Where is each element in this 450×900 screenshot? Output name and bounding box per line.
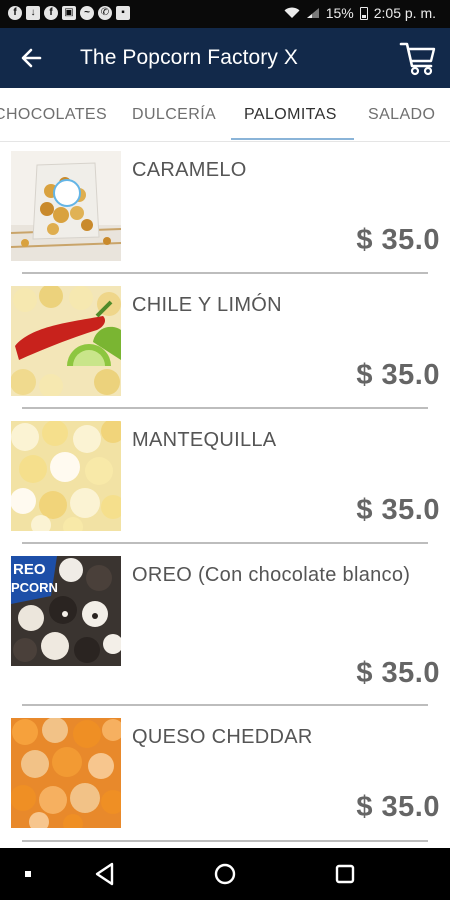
product-name: OREO (Con chocolate blanco): [132, 564, 411, 586]
product-price: $ 35.0: [356, 494, 440, 526]
shopping-cart-icon: [399, 42, 436, 76]
active-tab-indicator: [231, 138, 354, 140]
app-title: The Popcorn Factory X: [80, 46, 299, 69]
product-name: QUESO CHEDDAR: [132, 726, 313, 748]
tab-salado[interactable]: SALADO: [368, 106, 435, 124]
download-icon: ↓: [26, 6, 40, 20]
battery-percent: 15%: [325, 5, 354, 21]
product-item-caramelo[interactable]: CARAMELO $ 35.0: [0, 142, 450, 277]
divider: [22, 542, 428, 544]
system-nav-bar: [0, 848, 450, 900]
svg-text:PCORN: PCORN: [11, 580, 58, 595]
product-image: [11, 421, 121, 531]
product-image: [11, 718, 121, 828]
divider: [22, 407, 428, 409]
product-image: [11, 286, 121, 396]
save-icon: ▪: [116, 6, 130, 20]
battery-icon: [359, 6, 368, 20]
product-item-mantequilla[interactable]: MANTEQUILLA $ 35.0: [0, 412, 450, 547]
dot-icon[interactable]: [12, 858, 44, 890]
status-bar: f ↓ f ▣ ~ ✆ ▪ 15% 2:05 p. m.: [0, 0, 450, 28]
tab-chocolates[interactable]: CHOCOLATES: [0, 106, 107, 124]
cart-button[interactable]: [398, 36, 440, 78]
product-item-chile-y-limon[interactable]: CHILE Y LIMÓN $ 35.0: [0, 277, 450, 412]
category-tabs: CHOCOLATES DULCERÍA PALOMITAS SALADO: [0, 88, 450, 142]
svg-text:REO: REO: [13, 561, 46, 578]
whatsapp-icon: ✆: [98, 6, 112, 20]
product-price: $ 35.0: [356, 791, 440, 823]
divider: [22, 272, 428, 274]
wifi-icon: [284, 7, 300, 18]
back-triangle-icon[interactable]: [89, 858, 121, 890]
notification-icons: f ↓ f ▣ ~ ✆ ▪: [8, 6, 130, 20]
product-image: REO PCORN: [11, 556, 121, 666]
divider: [22, 840, 428, 842]
product-item-queso-cheddar[interactable]: QUESO CHEDDAR $ 35.0: [0, 709, 450, 848]
product-name: CHILE Y LIMÓN: [132, 294, 282, 316]
app-bar: The Popcorn Factory X: [0, 28, 450, 88]
tab-dulceria[interactable]: DULCERÍA: [132, 106, 216, 124]
tab-palomitas[interactable]: PALOMITAS: [244, 106, 337, 124]
divider: [22, 704, 428, 706]
arrow-left-icon: [21, 48, 42, 68]
image-icon: ▣: [62, 6, 76, 20]
product-image: [11, 151, 121, 261]
product-price: $ 35.0: [356, 224, 440, 256]
product-name: MANTEQUILLA: [132, 429, 277, 451]
signal-icon: [306, 8, 319, 18]
home-circle-icon[interactable]: [209, 858, 241, 890]
product-name: CARAMELO: [132, 159, 247, 181]
back-button[interactable]: [14, 42, 48, 74]
product-item-oreo[interactable]: REO PCORN OREO (Con chocolate blanco) $ …: [0, 547, 450, 709]
product-price: $ 35.0: [356, 657, 440, 689]
messenger-icon: ~: [80, 6, 94, 20]
recents-square-icon[interactable]: [329, 858, 361, 890]
facebook-icon: f: [44, 6, 58, 20]
clock: 2:05 p. m.: [373, 5, 436, 21]
facebook-icon: f: [8, 6, 22, 20]
product-price: $ 35.0: [356, 359, 440, 391]
